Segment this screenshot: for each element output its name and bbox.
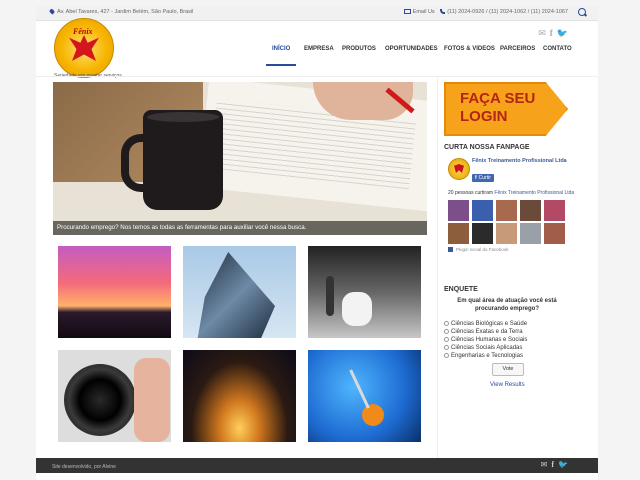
- footer-credit: Site desenvolvido, por Alvine: [52, 464, 116, 470]
- fb-fan-avatar[interactable]: [544, 223, 565, 244]
- footer-social: ✉ f 🐦: [537, 460, 568, 469]
- login-button-label: FAÇA SEU LOGIN: [460, 90, 536, 125]
- poll-option-label: Engenharias e Tecnologias: [451, 353, 523, 360]
- fb-plugin-label: Plugin social do Facebook: [448, 247, 509, 252]
- search-icon[interactable]: [578, 8, 586, 16]
- header-social: ✉ f 🐦: [534, 28, 568, 39]
- poll-option-label: Ciências Biológicas e Saúde: [451, 321, 528, 328]
- photo-sunset[interactable]: [58, 246, 171, 338]
- fb-fan-avatar[interactable]: [448, 223, 469, 244]
- fb-like-button[interactable]: Curtir: [472, 174, 494, 182]
- fb-fan-avatar[interactable]: [472, 200, 493, 221]
- poll-option[interactable]: Ciências Exatas e da Terra: [444, 329, 574, 335]
- page: Av. Abel Tavares, 427 - Jardim Belém, Sã…: [36, 6, 598, 480]
- mail-icon[interactable]: ✉: [541, 460, 548, 469]
- poll-option[interactable]: Ciências Humanas e Sociais: [444, 337, 574, 343]
- address: Av. Abel Tavares, 427 - Jardim Belém, Sã…: [48, 8, 194, 15]
- nav-item-produtos[interactable]: PRODUTOS: [342, 46, 376, 52]
- slide-image-mug: [121, 110, 223, 210]
- fb-count-prefix: 20 pessoas curtiram: [448, 190, 494, 196]
- photo-skyscraper[interactable]: [183, 246, 296, 338]
- poll-option[interactable]: Ciências Biológicas e Saúde: [444, 321, 574, 327]
- radio-icon[interactable]: [444, 329, 449, 334]
- fb-count-page-link[interactable]: Fênix Treinamento Profissional Ltda: [494, 190, 574, 196]
- contact-info: Email Us (11) 2024-0926 / (11) 2024-1062…: [403, 9, 568, 15]
- fb-fan-avatar[interactable]: [520, 200, 541, 221]
- fb-page-name[interactable]: Fênix Treinamento Profissional Ltda: [472, 158, 568, 165]
- top-bar: Av. Abel Tavares, 427 - Jardim Belém, Sã…: [36, 6, 598, 21]
- facebook-widget: Fênix Treinamento Profissional Ltda Curt…: [444, 156, 574, 266]
- poll-option[interactable]: Engenharias e Tecnologias: [444, 353, 574, 359]
- nav-item-parceiros[interactable]: PARCEIROS: [500, 46, 535, 52]
- hero-slider[interactable]: Procurando emprego? Nos temos as todas a…: [53, 82, 427, 235]
- login-button[interactable]: FAÇA SEU LOGIN: [444, 82, 568, 136]
- active-nav-indicator: [266, 64, 296, 66]
- fb-fan-avatar[interactable]: [520, 223, 541, 244]
- radio-icon[interactable]: [444, 321, 449, 326]
- fb-fan-avatar[interactable]: [472, 223, 493, 244]
- facebook-icon[interactable]: f: [551, 460, 554, 469]
- fb-fan-avatar[interactable]: [496, 200, 517, 221]
- radio-icon[interactable]: [444, 345, 449, 350]
- nav-item-fotos-videos[interactable]: FOTOS & VIDEOS: [444, 46, 495, 52]
- header-divider: [36, 76, 598, 77]
- fb-page-avatar[interactable]: [448, 158, 470, 180]
- poll-option-label: Ciências Exatas e da Terra: [451, 329, 523, 336]
- slide-caption: Procurando emprego? Nos temos as todas a…: [53, 221, 427, 235]
- phone-icon: [440, 9, 446, 15]
- poll-option-label: Ciências Sociais Aplicadas: [451, 345, 523, 352]
- fanpage-title: CURTA NOSSA FANPAGE: [444, 144, 530, 151]
- address-text: Av. Abel Tavares, 427 - Jardim Belém, Sã…: [57, 9, 194, 15]
- facebook-icon[interactable]: f: [550, 28, 553, 38]
- sidebar-divider: [437, 78, 438, 464]
- photo-pushpin[interactable]: [308, 350, 421, 442]
- fb-like-count: 20 pessoas curtiram Fênix Treinamento Pr…: [448, 190, 574, 196]
- nav-item-contato[interactable]: CONTATO: [543, 46, 572, 52]
- twitter-icon[interactable]: 🐦: [557, 28, 568, 38]
- fb-fan-avatar[interactable]: [496, 223, 517, 244]
- poll-option-label: Ciências Humanas e Sociais: [451, 337, 528, 344]
- logo-text: Fênix: [73, 27, 93, 36]
- poll-title: ENQUETE: [444, 286, 478, 293]
- radio-icon[interactable]: [444, 337, 449, 342]
- photo-city-night[interactable]: [183, 350, 296, 442]
- location-pin-icon: [48, 8, 56, 15]
- mail-icon: [403, 9, 411, 15]
- twitter-icon[interactable]: 🐦: [558, 460, 568, 469]
- photo-camera[interactable]: [58, 350, 171, 442]
- fb-fan-avatar[interactable]: [448, 200, 469, 221]
- footer: Site desenvolvido, por Alvine ✉ f 🐦: [36, 458, 598, 473]
- phoenix-icon: [69, 35, 99, 61]
- poll-question: Em qual área de atuação você está procur…: [457, 298, 557, 312]
- fb-fan-avatar[interactable]: [544, 200, 565, 221]
- mail-icon[interactable]: ✉: [538, 28, 546, 38]
- poll-option[interactable]: Ciências Sociais Aplicadas: [444, 345, 574, 351]
- phone-numbers: (11) 2024-0926 / (11) 2024-1062 / (11) 2…: [447, 9, 568, 15]
- nav-item-oportunidades[interactable]: OPORTUNIDADES: [385, 46, 438, 52]
- nav-item-inicio[interactable]: INÍCIO: [272, 46, 290, 52]
- email-link[interactable]: Email Us: [413, 9, 435, 15]
- radio-icon[interactable]: [444, 353, 449, 358]
- view-results-link[interactable]: View Results: [490, 382, 525, 388]
- logo[interactable]: Fênix: [54, 18, 114, 78]
- photo-child-dog[interactable]: [308, 246, 421, 338]
- vote-button[interactable]: Vote: [492, 363, 524, 376]
- nav-item-empresa[interactable]: EMPRESA: [304, 46, 334, 52]
